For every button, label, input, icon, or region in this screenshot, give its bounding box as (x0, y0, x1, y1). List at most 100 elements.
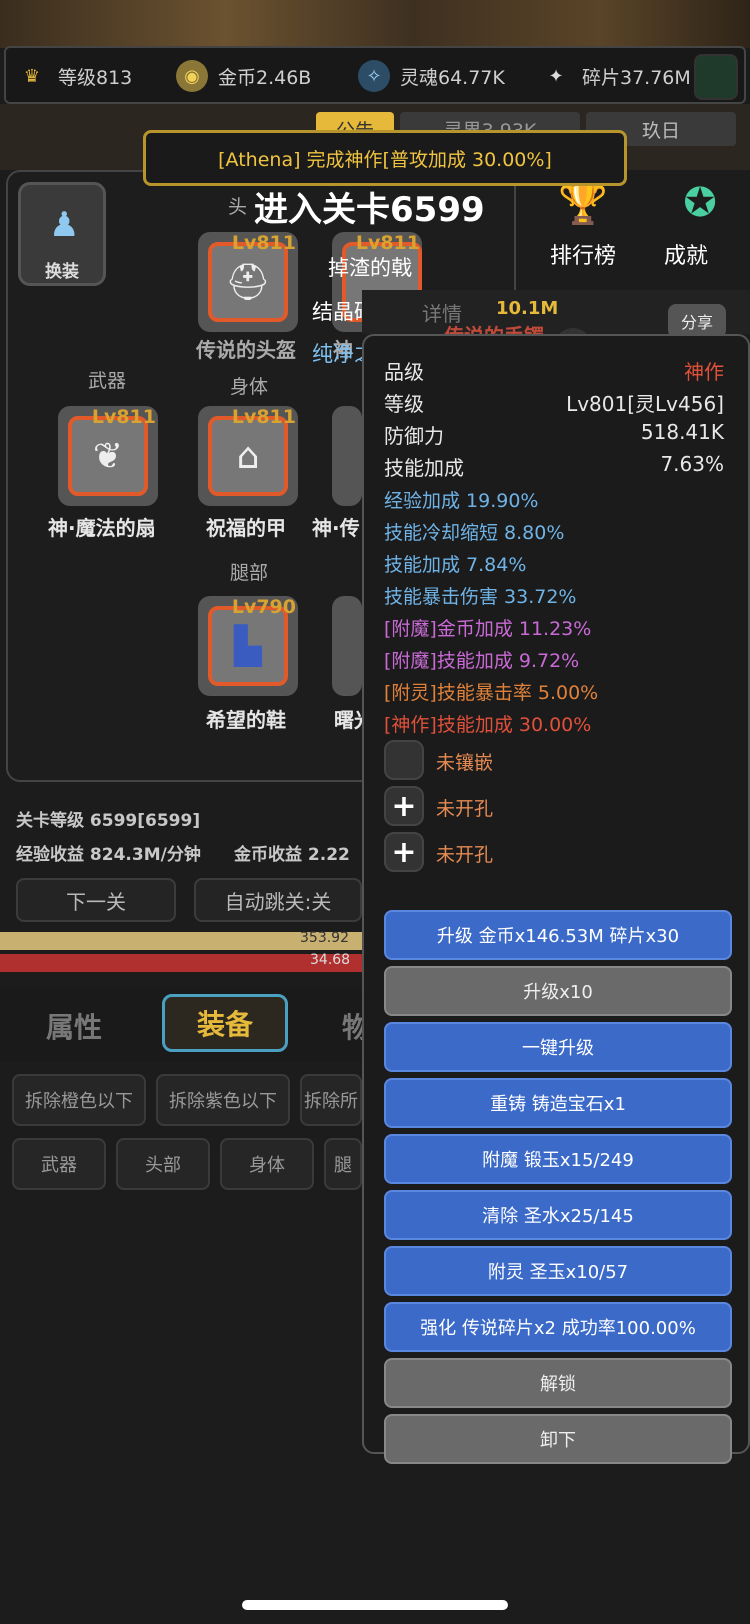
shard-value: 碎片37.76M (582, 66, 691, 89)
top-background-art (0, 0, 750, 48)
coin-icon: ◉ (176, 60, 208, 92)
socket-3-label: 未开孔 (436, 844, 494, 866)
hp-progress-bar: 34.68 (0, 952, 362, 972)
filter-body-button[interactable]: 身体 (220, 1138, 314, 1190)
exp-income: 经验收益 824.3M/分钟 (16, 845, 201, 865)
enhance-button[interactable]: 强化 传说碎片x2 成功率100.00% (384, 1302, 732, 1352)
crown-icon: ♛ (23, 65, 41, 87)
ranking-trophy-icon: 🏆 (558, 181, 608, 227)
skill-bonus-value: 7.63% (660, 452, 724, 476)
rarity-label: 品级 (384, 360, 424, 384)
body-slot-level: Lv811 (231, 406, 296, 428)
power-value: 10.1M (496, 298, 559, 319)
filter-weapon-button[interactable]: 武器 (12, 1138, 106, 1190)
weapon-slot-name: 神·魔法的扇 (48, 516, 156, 540)
soul-icon: ✧ (358, 60, 390, 92)
head-section-label: 头 (228, 196, 248, 218)
achievement-button[interactable]: 成就 (664, 238, 708, 270)
armor-icon: ⌂ (208, 416, 288, 496)
attr-masterpiece-skill: [神作]技能加成 30.00% (384, 714, 592, 736)
dismantle-all-button[interactable]: 拆除所 (300, 1074, 362, 1126)
clear-button[interactable]: 清除 圣水x25/145 (384, 1190, 732, 1240)
rarity-value: 神作 (684, 360, 724, 384)
attr-crit-dmg: 技能暴击伤害 33.72% (384, 586, 577, 608)
exp-progress-bar: 353.92 (0, 930, 362, 950)
boots-icon: ▙ (208, 606, 288, 686)
defense-value: 518.41K (640, 420, 724, 444)
helmet-icon: ⛑ (208, 242, 288, 322)
stage-level: 关卡等级 6599[6599] (16, 811, 201, 831)
tab-attributes[interactable]: 属性 (46, 1006, 102, 1046)
leg-slot[interactable]: ▙ Lv790 (198, 596, 298, 696)
defense-row: 防御力 518.41K (384, 420, 724, 449)
socket-add-icon[interactable]: + (384, 786, 424, 826)
body-slot-name: 祝福的甲 (206, 516, 286, 540)
weapon-slot[interactable]: ❦ Lv811 (58, 406, 158, 506)
attr-enchant-gold: [附魔]金币加成 11.23% (384, 618, 592, 640)
leg-slot-level: Lv790 (231, 596, 296, 618)
unequip-button[interactable]: 卸下 (384, 1414, 732, 1464)
bottom-tab-bar: 属性 装备 物 (0, 988, 370, 1062)
change-outfit-button[interactable]: ♟ 换装 (18, 182, 106, 286)
share-button[interactable]: 分享 (668, 304, 726, 338)
one-click-upgrade-button[interactable]: 一键升级 (384, 1022, 732, 1072)
accessory-slot-name: 神·传 (312, 516, 360, 540)
enchant-button[interactable]: 附魔 锻玉x15/249 (384, 1134, 732, 1184)
hp-bar-text: 34.68 (310, 952, 351, 968)
head-slot-name: 传说的头盔 (196, 338, 296, 362)
attr-skill: 技能加成 7.84% (384, 554, 527, 576)
socket-2-label: 未开孔 (436, 798, 494, 820)
gold-resource: ◉ 金币2.46B (176, 60, 311, 92)
skill-bonus-label: 技能加成 (384, 456, 464, 480)
reforge-button[interactable]: 重铸 铸造宝石x1 (384, 1078, 732, 1128)
figure-icon: ♟ (49, 205, 80, 245)
weapon-section-label: 武器 (88, 370, 127, 392)
resource-bar: ♛ 等级813 ◉ 金币2.46B ✧ 灵魂64.77K ✦ 碎片37.76M (4, 46, 746, 104)
soul-value: 灵魂64.77K (400, 66, 505, 89)
soul-resource: ✧ 灵魂64.77K (358, 60, 505, 92)
ranking-button[interactable]: 排行榜 (550, 238, 616, 270)
detail-header: 详情 10.1M 传说的手镯 分享 (362, 290, 750, 348)
leg-section-label: 腿部 (230, 562, 269, 584)
dismantle-purple-button[interactable]: 拆除紫色以下 (156, 1074, 290, 1126)
level-label: 等级 (384, 392, 424, 416)
extra-slot[interactable] (332, 596, 362, 696)
dismantle-orange-button[interactable]: 拆除橙色以下 (12, 1074, 146, 1126)
exp-bar-text: 353.92 (300, 930, 349, 946)
level-row: 等级 Lv801[灵Lv456] (384, 388, 724, 417)
socket-empty[interactable] (384, 740, 424, 780)
socket-add-icon-2[interactable]: + (384, 832, 424, 872)
next-stage-button[interactable]: 下一关 (16, 878, 176, 922)
defense-label: 防御力 (384, 424, 444, 448)
head-slot-level: Lv811 (231, 232, 296, 254)
accessory-slot[interactable] (332, 406, 362, 506)
filter-head-button[interactable]: 头部 (116, 1138, 210, 1190)
head-slot[interactable]: ⛑ Lv811 (198, 232, 298, 332)
settings-icon[interactable] (694, 54, 738, 100)
leg-slot-name: 希望的鞋 (206, 708, 286, 732)
tab-equipment[interactable]: 装备 (162, 994, 288, 1052)
unlock-button[interactable]: 解锁 (384, 1358, 732, 1408)
change-outfit-label: 换装 (45, 262, 79, 282)
upgrade-x10-button[interactable]: 升级x10 (384, 966, 732, 1016)
drop-title: 掉渣的戟 (328, 256, 412, 280)
spirit-attach-button[interactable]: 附灵 圣玉x10/57 (384, 1246, 732, 1296)
level-value: 等级813 (58, 66, 133, 89)
body-slot[interactable]: ⌂ Lv811 (198, 406, 298, 506)
achievement-star-icon: ✪ (683, 180, 717, 226)
home-indicator[interactable] (242, 1600, 508, 1610)
level-value: Lv801[灵Lv456] (566, 392, 724, 416)
stage-entry-title: 进入关卡6599 (254, 190, 485, 230)
gold-value: 金币2.46B (218, 66, 312, 89)
achievement-notice: [Athena] 完成神作[普攻加成 30.00%] (143, 130, 627, 186)
gold-income: 金币收益 2.22 (234, 845, 350, 865)
level-resource: ♛ 等级813 (16, 60, 132, 92)
shard-resource: ✦ 碎片37.76M (540, 60, 691, 92)
upgrade-button[interactable]: 升级 金币x146.53M 碎片x30 (384, 910, 732, 960)
weapon-slot-level: Lv811 (91, 406, 156, 428)
rarity-row: 品级 神作 (384, 356, 724, 385)
filter-leg-button[interactable]: 腿 (324, 1138, 362, 1190)
attr-exp: 经验加成 19.90% (384, 490, 539, 512)
body-section-label: 身体 (230, 376, 269, 398)
auto-skip-button[interactable]: 自动跳关:关 (194, 878, 362, 922)
